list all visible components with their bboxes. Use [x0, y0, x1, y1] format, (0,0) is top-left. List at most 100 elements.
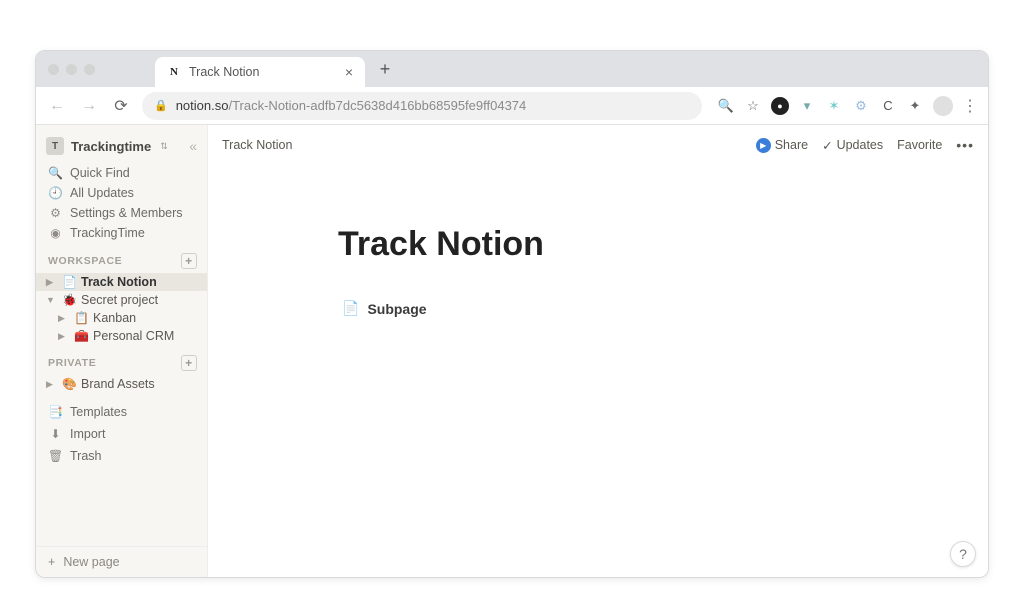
sidebar-item-templates[interactable]: 📑 Templates [36, 401, 207, 423]
page-title[interactable]: Track Notion [338, 225, 988, 264]
section-label: PRIVATE [48, 357, 96, 369]
page-label: Personal CRM [93, 329, 174, 343]
page-item-kanban[interactable]: ▶ 📋 Kanban [36, 309, 207, 327]
gear-icon: ⚙ [48, 206, 63, 220]
collapse-sidebar-icon[interactable]: « [189, 138, 197, 154]
main-content: Track Notion ▶ Share ✓ Updates Favorite … [208, 125, 988, 577]
page-body: Track Notion 📄 Subpage [208, 165, 988, 577]
share-label: Share [775, 138, 808, 152]
favorite-button[interactable]: Favorite [897, 138, 942, 152]
page-label: Brand Assets [81, 377, 155, 391]
extension-icon[interactable]: ● [771, 97, 789, 115]
address-bar[interactable]: 🔒 notion.so/Track-Notion-adfb7dc5638d416… [142, 92, 702, 120]
extension-icon[interactable]: C [879, 97, 897, 115]
add-page-button[interactable]: + [181, 253, 197, 269]
reload-button[interactable]: ⟳ [110, 95, 132, 117]
browser-menu-icon[interactable]: ⋮ [962, 96, 978, 116]
window-minimize-dot[interactable] [66, 64, 77, 75]
trash-icon: 🗑 [48, 449, 63, 463]
page-label: Secret project [81, 293, 158, 307]
tab-close-icon[interactable]: × [345, 64, 353, 80]
page-doc-icon: 📄 [62, 275, 77, 289]
search-page-icon[interactable]: 🔍 [717, 97, 735, 115]
extension-icon[interactable]: ⚙ [852, 97, 870, 115]
bug-icon: 🐞 [62, 293, 77, 307]
workspace-name: Trackingtime [71, 139, 151, 154]
browser-tab-bar: N Track Notion × + [36, 51, 988, 87]
sidebar-item-label: Templates [70, 405, 127, 419]
forward-button[interactable]: → [78, 95, 100, 117]
page-label: Track Notion [81, 275, 157, 289]
page-doc-icon: 📄 [342, 300, 359, 317]
workspace-badge-icon: T [46, 137, 64, 155]
page-topbar: Track Notion ▶ Share ✓ Updates Favorite … [208, 125, 988, 165]
new-tab-button[interactable]: + [371, 55, 399, 83]
sidebar-item-label: Quick Find [70, 166, 130, 180]
sidebar-item-label: Trash [70, 449, 102, 463]
sidebar: T Trackingtime ⇅ « 🔍 Quick Find 🕘 All Up… [36, 125, 208, 577]
toolbox-icon: 🧰 [74, 329, 89, 343]
page-item-secret-project[interactable]: ▼ 🐞 Secret project [36, 291, 207, 309]
updates-label: Updates [837, 138, 884, 152]
play-icon: ▶ [756, 138, 771, 153]
add-page-button[interactable]: + [181, 355, 197, 371]
caret-right-icon[interactable]: ▶ [58, 313, 70, 324]
window-close-dot[interactable] [48, 64, 59, 75]
tab-title: Track Notion [189, 65, 337, 79]
sidebar-item-trash[interactable]: 🗑 Trash [36, 445, 207, 467]
import-icon: ⬇ [48, 427, 63, 441]
page-more-icon[interactable]: ••• [956, 137, 974, 153]
breadcrumb[interactable]: Track Notion [222, 138, 292, 152]
clipboard-icon: 📋 [74, 311, 89, 325]
help-icon: ? [959, 546, 967, 562]
new-page-label: New page [63, 555, 119, 569]
sidebar-item-quick-find[interactable]: 🔍 Quick Find [36, 163, 207, 183]
sidebar-item-trackingtime[interactable]: ◉ TrackingTime [36, 223, 207, 243]
subpage-link[interactable]: 📄 Subpage [342, 300, 988, 317]
target-icon: ◉ [48, 226, 63, 240]
lock-icon: 🔒 [154, 99, 168, 112]
browser-window: N Track Notion × + ← → ⟳ 🔒 notion.so/Tra… [35, 50, 989, 578]
caret-right-icon[interactable]: ▶ [58, 331, 70, 342]
new-page-button[interactable]: + New page [36, 546, 207, 577]
sidebar-item-all-updates[interactable]: 🕘 All Updates [36, 183, 207, 203]
share-button[interactable]: ▶ Share [756, 138, 808, 153]
search-icon: 🔍 [48, 166, 63, 180]
caret-down-icon[interactable]: ▼ [46, 295, 58, 305]
browser-toolbar: ← → ⟳ 🔒 notion.so/Track-Notion-adfb7dc56… [36, 87, 988, 125]
plus-icon: + [48, 555, 55, 569]
bookmark-star-icon[interactable]: ☆ [744, 97, 762, 115]
page-item-track-notion[interactable]: ▶ 📄 Track Notion [36, 273, 207, 291]
caret-right-icon[interactable]: ▶ [46, 277, 58, 288]
notion-favicon-icon: N [167, 65, 181, 79]
sidebar-section-workspace: WORKSPACE + [36, 243, 207, 273]
templates-icon: 📑 [48, 405, 63, 419]
profile-avatar[interactable] [933, 96, 953, 116]
sidebar-item-label: TrackingTime [70, 226, 145, 240]
sidebar-item-import[interactable]: ⬇ Import [36, 423, 207, 445]
sidebar-item-settings[interactable]: ⚙ Settings & Members [36, 203, 207, 223]
page-item-brand-assets[interactable]: ▶ 🎨 Brand Assets [36, 375, 207, 393]
help-button[interactable]: ? [950, 541, 976, 567]
workspace-switcher[interactable]: T Trackingtime ⇅ « [36, 133, 207, 163]
topbar-actions: ▶ Share ✓ Updates Favorite ••• [756, 137, 974, 153]
page-item-personal-crm[interactable]: ▶ 🧰 Personal CRM [36, 327, 207, 345]
extension-icon[interactable]: ▾ [798, 97, 816, 115]
caret-right-icon[interactable]: ▶ [46, 379, 58, 390]
favorite-label: Favorite [897, 138, 942, 152]
chevron-updown-icon: ⇅ [160, 141, 168, 152]
extension-icon[interactable]: ✶ [825, 97, 843, 115]
sidebar-section-private: PRIVATE + [36, 345, 207, 375]
clock-icon: 🕘 [48, 186, 63, 200]
extensions-puzzle-icon[interactable]: ✦ [906, 97, 924, 115]
app-body: T Trackingtime ⇅ « 🔍 Quick Find 🕘 All Up… [36, 125, 988, 577]
sidebar-item-label: All Updates [70, 186, 134, 200]
url-host: notion.so [176, 98, 229, 113]
browser-tab[interactable]: N Track Notion × [155, 57, 365, 87]
page-label: Kanban [93, 311, 136, 325]
window-controls [48, 64, 95, 75]
back-button[interactable]: ← [46, 95, 68, 117]
updates-button[interactable]: ✓ Updates [822, 138, 883, 153]
sidebar-item-label: Settings & Members [70, 206, 183, 220]
window-maximize-dot[interactable] [84, 64, 95, 75]
